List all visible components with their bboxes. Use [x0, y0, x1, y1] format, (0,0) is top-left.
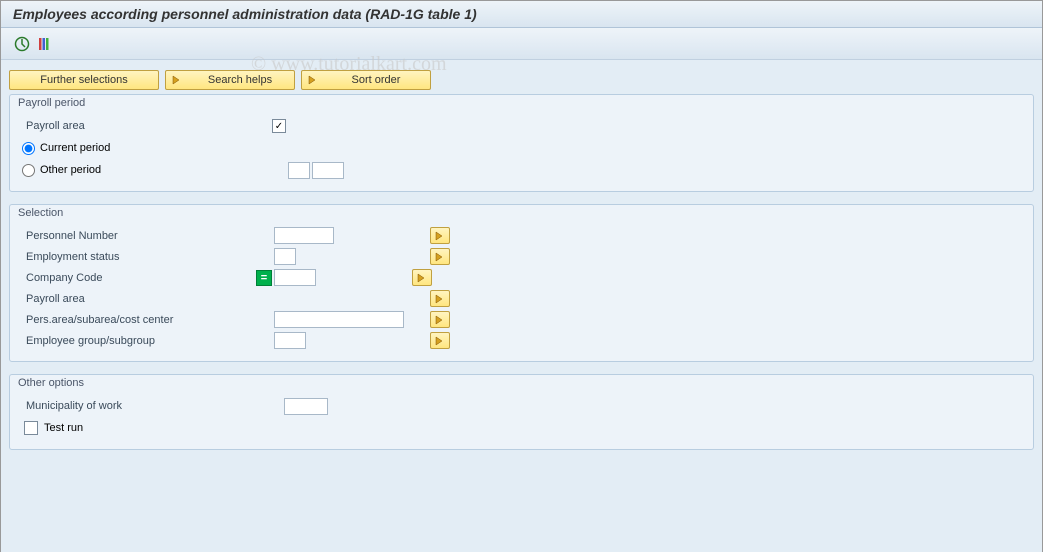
company-code-input[interactable]: [274, 269, 316, 286]
employee-group-multisel[interactable]: [430, 332, 450, 349]
other-period-radio[interactable]: Other period: [22, 164, 272, 177]
further-selections-label: Further selections: [40, 74, 127, 86]
arrow-right-icon: [306, 73, 320, 87]
pers-area-label: Pers.area/subarea/cost center: [22, 314, 274, 326]
page-title: Employees according personnel administra…: [1, 1, 1042, 28]
payroll-period-title: Payroll period: [10, 94, 1033, 109]
current-period-radio-input[interactable]: [22, 142, 35, 155]
equals-icon: =: [256, 270, 272, 286]
municipality-input[interactable]: [284, 398, 328, 415]
payroll-area-label: Payroll area: [22, 120, 272, 132]
content-area: Further selections Search helps Sort ord…: [1, 60, 1042, 552]
municipality-label: Municipality of work: [22, 400, 284, 412]
employment-status-multisel[interactable]: [430, 248, 450, 265]
search-helps-label: Search helps: [192, 74, 288, 86]
search-helps-button[interactable]: Search helps: [165, 70, 295, 90]
test-run-label: Test run: [44, 422, 83, 434]
selection-group: Selection Personnel Number Employment st…: [9, 204, 1034, 362]
sort-order-button[interactable]: Sort order: [301, 70, 431, 90]
execute-icon[interactable]: [13, 35, 31, 53]
pers-area-multisel[interactable]: [430, 311, 450, 328]
employment-status-input[interactable]: [274, 248, 296, 265]
employment-status-label: Employment status: [22, 251, 274, 263]
sort-order-label: Sort order: [328, 74, 424, 86]
other-options-group: Other options Municipality of work Test …: [9, 374, 1034, 450]
payroll-area-sel-label: Payroll area: [22, 293, 274, 305]
payroll-area-multisel[interactable]: [430, 290, 450, 307]
current-period-radio[interactable]: Current period: [22, 142, 110, 155]
app-toolbar: © www.tutorialkart.com: [1, 28, 1042, 60]
selection-buttons-row: Further selections Search helps Sort ord…: [9, 70, 1034, 90]
other-period-input-1[interactable]: [288, 162, 310, 179]
other-options-title: Other options: [10, 374, 1033, 389]
arrow-right-icon: [170, 73, 184, 87]
other-period-radio-input[interactable]: [22, 164, 35, 177]
test-run-checkbox[interactable]: [24, 421, 38, 435]
employee-group-label: Employee group/subgroup: [22, 335, 274, 347]
further-selections-button[interactable]: Further selections: [9, 70, 159, 90]
pers-area-input[interactable]: [274, 311, 404, 328]
selection-title: Selection: [10, 204, 1033, 219]
company-code-multisel[interactable]: [412, 269, 432, 286]
payroll-period-group: Payroll period Payroll area ✓ Current pe…: [9, 94, 1034, 192]
current-period-label: Current period: [40, 142, 110, 154]
variant-icon[interactable]: [35, 35, 53, 53]
other-period-input-2[interactable]: [312, 162, 344, 179]
other-period-label: Other period: [40, 164, 101, 176]
company-code-label: Company Code: [22, 272, 256, 284]
personnel-number-input[interactable]: [274, 227, 334, 244]
employee-group-input[interactable]: [274, 332, 306, 349]
personnel-number-multisel[interactable]: [430, 227, 450, 244]
personnel-number-label: Personnel Number: [22, 230, 274, 242]
payroll-area-checkbox[interactable]: ✓: [272, 119, 286, 133]
